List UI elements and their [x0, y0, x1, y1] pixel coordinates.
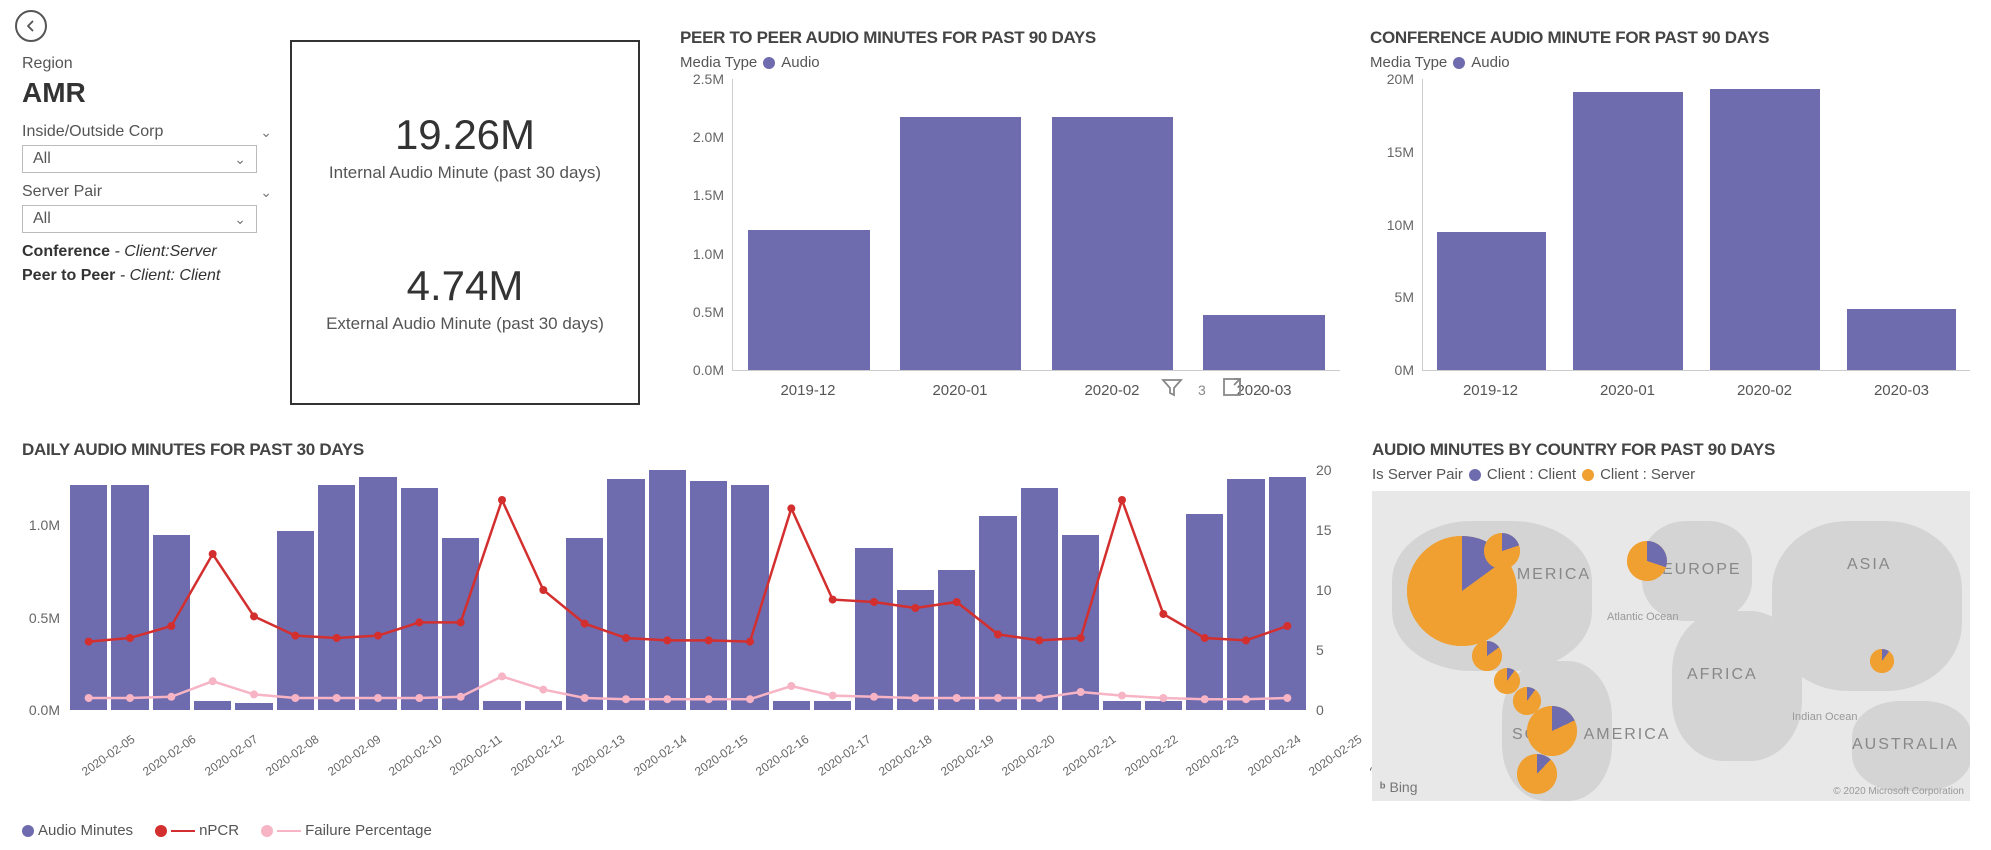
filter-count: 3 — [1198, 382, 1206, 398]
arrow-left-icon — [22, 17, 40, 35]
map-label-af: AFRICA — [1687, 666, 1758, 684]
legend-dot-icon — [1469, 469, 1481, 481]
map-label-au: AUSTRALIA — [1852, 736, 1959, 754]
chart-daily-title: DAILY AUDIO MINUTES FOR PAST 30 DAYS — [22, 440, 1342, 460]
chart-conf-plot[interactable]: 20M15M10M5M0M 2019-122020-012020-022020-… — [1370, 79, 1970, 399]
focus-mode-icon[interactable] — [1220, 375, 1244, 404]
chart-p2p-plot[interactable]: 2.5M2.0M1.5M1.0M0.5M0.0M 2019-122020-012… — [680, 79, 1340, 399]
kpi-card: 19.26M Internal Audio Minute (past 30 da… — [290, 40, 640, 405]
legend-dot-icon — [763, 57, 775, 69]
map-pie-brazil[interactable] — [1527, 706, 1577, 756]
chart-map-title: AUDIO MINUTES BY COUNTRY FOR PAST 90 DAY… — [1372, 440, 1970, 460]
chart-daily-plot[interactable]: 0.0M0.5M1.0M 05101520 2020-02-052020-02-… — [22, 470, 1342, 770]
map-label-indian: Indian Ocean — [1792, 711, 1857, 723]
server-pair-select[interactable]: All ⌄ — [22, 205, 257, 233]
legend-dot-icon — [261, 825, 273, 837]
map-label-as: ASIA — [1847, 556, 1891, 574]
p2p-note: Peer to Peer - Client: Client — [22, 267, 272, 285]
map-pie-uk[interactable] — [1627, 541, 1667, 581]
kpi-internal-label: Internal Audio Minute (past 30 days) — [329, 163, 601, 183]
map-canvas[interactable]: NORTH AMERICA SOUTH AMERICA EUROPE AFRIC… — [1372, 491, 1970, 801]
chart-conf-title: CONFERENCE AUDIO MINUTE FOR PAST 90 DAYS — [1370, 28, 1970, 48]
server-pair-header[interactable]: Server Pair ⌄ — [22, 183, 272, 201]
filter-icon[interactable] — [1160, 375, 1184, 404]
map-copyright: © 2020 Microsoft Corporation — [1833, 786, 1964, 797]
legend-dot-icon — [1453, 57, 1465, 69]
server-pair-label: Server Pair — [22, 183, 102, 201]
chart-map-legend: Is Server Pair Client : Client Client : … — [1372, 466, 1970, 483]
inside-outside-select[interactable]: All ⌄ — [22, 145, 257, 173]
map-pie-se-asia[interactable] — [1870, 649, 1894, 673]
inside-outside-value: All — [33, 150, 51, 168]
chevron-down-icon: ⌄ — [260, 184, 272, 201]
map-pie-mexico[interactable] — [1472, 641, 1502, 671]
legend-dot-icon — [1582, 469, 1594, 481]
map-pie-canada[interactable] — [1484, 533, 1520, 569]
map-pie-central-america[interactable] — [1494, 668, 1520, 694]
kpi-internal: 19.26M Internal Audio Minute (past 30 da… — [329, 111, 601, 183]
region-label: Region — [22, 55, 272, 73]
chart-conf-legend: Media Type Audio — [1370, 54, 1970, 71]
map-label-eu: EUROPE — [1662, 561, 1742, 579]
chart-toolbar: 3 ··· — [1160, 375, 1289, 404]
region-value: AMR — [22, 77, 272, 109]
chart-p2p-legend: Media Type Audio — [680, 54, 1340, 71]
inside-outside-label: Inside/Outside Corp — [22, 123, 163, 141]
chart-map: AUDIO MINUTES BY COUNTRY FOR PAST 90 DAY… — [1372, 440, 1970, 801]
inside-outside-header[interactable]: Inside/Outside Corp ⌄ — [22, 123, 272, 141]
chart-daily-legend: Audio Minutes nPCR Failure Percentage — [22, 822, 1342, 839]
kpi-external: 4.74M External Audio Minute (past 30 day… — [326, 262, 604, 334]
bing-logo: ᵇBing — [1380, 779, 1418, 795]
chevron-down-icon: ⌄ — [260, 124, 272, 141]
kpi-internal-value: 19.26M — [329, 111, 601, 159]
chart-conf: CONFERENCE AUDIO MINUTE FOR PAST 90 DAYS… — [1370, 28, 1970, 399]
more-options-icon[interactable]: ··· — [1258, 377, 1289, 403]
kpi-external-label: External Audio Minute (past 30 days) — [326, 314, 604, 334]
server-pair-value: All — [33, 210, 51, 228]
chevron-down-icon: ⌄ — [234, 151, 246, 168]
legend-dot-icon — [22, 825, 34, 837]
map-label-atlantic: Atlantic Ocean — [1607, 611, 1679, 623]
filters-panel: Region AMR Inside/Outside Corp ⌄ All ⌄ S… — [22, 55, 272, 285]
conference-note: Conference - Client:Server — [22, 243, 272, 261]
back-button[interactable] — [15, 10, 47, 42]
legend-dot-icon — [155, 825, 167, 837]
map-pie-argentina[interactable] — [1517, 754, 1557, 794]
chart-p2p-title: PEER TO PEER AUDIO MINUTES FOR PAST 90 D… — [680, 28, 1340, 48]
kpi-external-value: 4.74M — [326, 262, 604, 310]
chevron-down-icon: ⌄ — [234, 211, 246, 228]
chart-daily: DAILY AUDIO MINUTES FOR PAST 30 DAYS 0.0… — [22, 440, 1342, 839]
chart-p2p: PEER TO PEER AUDIO MINUTES FOR PAST 90 D… — [680, 28, 1340, 399]
